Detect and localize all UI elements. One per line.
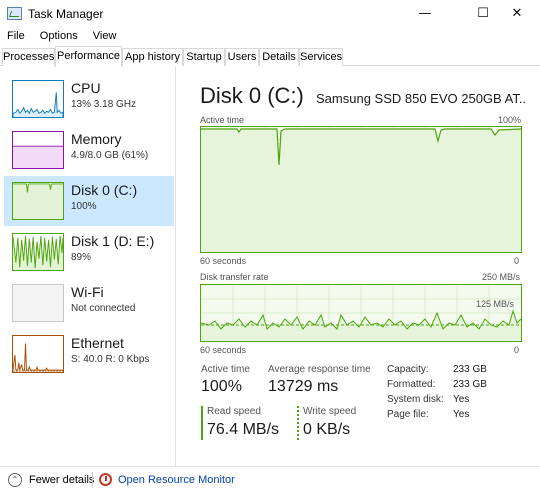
memory-thumbnail <box>12 131 64 169</box>
active-time-graph-label: Active time <box>200 115 245 125</box>
ethernet-detail: S: 40.0 R: 0 Kbps <box>71 354 150 365</box>
resource-wifi[interactable]: Wi-Fi Not connected <box>4 278 174 328</box>
disk0-label: Disk 0 (C:) <box>71 182 138 198</box>
tab-details[interactable]: Details <box>259 48 299 66</box>
minimize-button[interactable]: — <box>402 0 448 28</box>
tab-services[interactable]: Services <box>299 48 343 66</box>
menu-file[interactable]: File <box>0 28 31 44</box>
active-time-graph-span: 60 seconds <box>200 256 247 266</box>
resource-monitor-icon <box>99 473 112 486</box>
page-file-label: Page file: <box>387 409 429 420</box>
device-model: Samsung SSD 850 EVO 250GB AT... <box>316 91 526 106</box>
active-time-value: 100% <box>201 378 242 395</box>
formatted-label: Formatted: <box>387 379 436 390</box>
menu-bar: File Options View <box>0 28 540 46</box>
transfer-graph-min: 0 <box>514 345 520 355</box>
active-time-label: Active time <box>201 364 250 375</box>
write-speed-marker <box>297 406 299 440</box>
page-file-value: Yes <box>453 409 470 420</box>
ethernet-label: Ethernet <box>71 335 124 351</box>
active-time-graph <box>200 126 522 253</box>
transfer-graph-label: Disk transfer rate <box>200 272 269 282</box>
resource-disk0[interactable]: Disk 0 (C:) 100% <box>4 176 174 226</box>
tab-processes[interactable]: Processes <box>2 48 55 66</box>
transfer-graph-max: 250 MB/s <box>482 272 521 282</box>
memory-detail: 4.9/8.0 GB (61%) <box>71 150 149 161</box>
tab-users[interactable]: Users <box>225 48 259 66</box>
footer-bar: ⌃ Fewer details Open Resource Monitor <box>0 466 540 495</box>
title-bar: Task Manager — ☐ ✕ <box>0 0 540 28</box>
response-time-label: Average response time <box>268 364 371 375</box>
chevron-up-icon[interactable]: ⌃ <box>8 473 22 487</box>
wifi-thumbnail <box>12 284 64 322</box>
active-time-graph-min: 0 <box>514 256 520 266</box>
cpu-thumbnail <box>12 80 64 118</box>
wifi-label: Wi-Fi <box>71 284 104 300</box>
write-speed-value: 0 KB/s <box>303 421 351 438</box>
capacity-value: 233 GB <box>453 364 487 375</box>
transfer-graph-span: 60 seconds <box>200 345 247 355</box>
footer-divider <box>92 472 93 488</box>
disk0-thumbnail <box>12 182 64 220</box>
disk1-label: Disk 1 (D: E:) <box>71 233 155 249</box>
memory-label: Memory <box>71 131 122 147</box>
resource-disk1[interactable]: Disk 1 (D: E:) 89% <box>4 227 174 277</box>
page-title: Disk 0 (C:) <box>200 83 304 108</box>
system-disk-value: Yes <box>453 394 470 405</box>
tab-strip: Processes Performance App history Startu… <box>0 46 540 67</box>
tab-app-history[interactable]: App history <box>122 48 183 66</box>
response-time-value: 13729 ms <box>268 378 339 395</box>
cpu-label: CPU <box>71 80 101 96</box>
window-title: Task Manager <box>28 7 104 21</box>
task-manager-icon <box>7 7 22 20</box>
close-button[interactable]: ✕ <box>494 0 540 28</box>
disk0-detail: 100% <box>71 201 97 212</box>
write-speed-label: Write speed <box>303 406 357 417</box>
ethernet-thumbnail <box>12 335 64 373</box>
read-speed-value: 76.4 MB/s <box>207 421 280 438</box>
fewer-details-link[interactable]: Fewer details <box>29 474 94 486</box>
read-speed-label: Read speed <box>207 406 261 417</box>
capacity-label: Capacity: <box>387 364 429 375</box>
menu-view[interactable]: View <box>87 28 123 44</box>
read-speed-marker <box>201 406 203 440</box>
system-disk-label: System disk: <box>387 394 444 405</box>
resource-memory[interactable]: Memory 4.9/8.0 GB (61%) <box>4 125 174 175</box>
transfer-rate-graph <box>200 284 522 342</box>
formatted-value: 233 GB <box>453 379 487 390</box>
disk1-detail: 89% <box>71 252 92 263</box>
tab-startup[interactable]: Startup <box>183 48 225 66</box>
disk1-thumbnail <box>12 233 64 271</box>
resource-list: CPU 13% 3.18 GHz Memory 4.9/8.0 GB (61%)… <box>0 66 176 466</box>
resource-cpu[interactable]: CPU 13% 3.18 GHz <box>4 74 174 124</box>
menu-options[interactable]: Options <box>34 28 84 44</box>
active-time-graph-max: 100% <box>498 115 522 125</box>
resource-ethernet[interactable]: Ethernet S: 40.0 R: 0 Kbps <box>4 329 174 379</box>
tab-performance[interactable]: Performance <box>55 46 122 67</box>
cpu-detail: 13% 3.18 GHz <box>71 99 137 110</box>
wifi-detail: Not connected <box>71 303 136 314</box>
transfer-graph-mid: 125 MB/s <box>476 299 515 309</box>
open-resource-monitor-link[interactable]: Open Resource Monitor <box>118 474 235 486</box>
